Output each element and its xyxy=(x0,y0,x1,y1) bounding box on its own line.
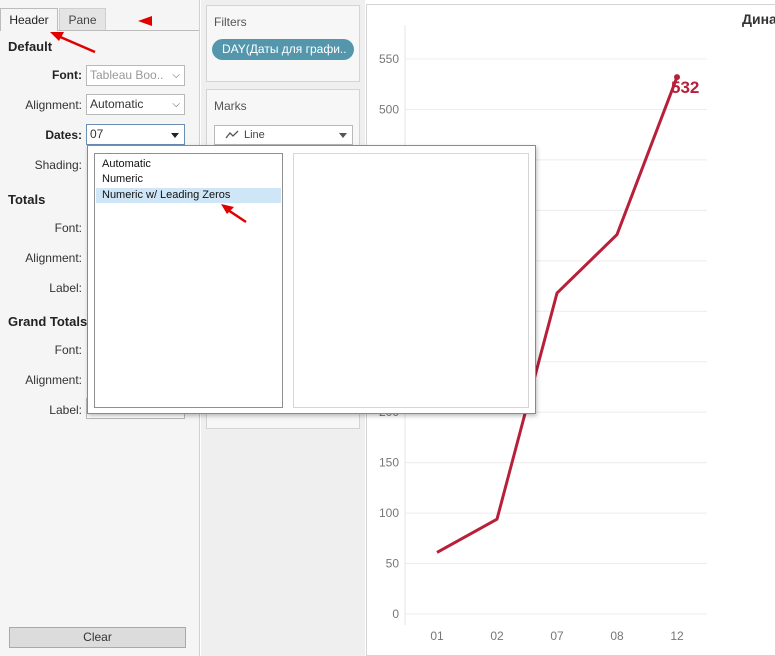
default-alignment-select[interactable]: Automatic ⌵ xyxy=(86,94,185,115)
date-format-option-numeric[interactable]: Numeric xyxy=(96,172,281,187)
chart-title: Дина xyxy=(742,11,775,27)
annotation-arrow-icon xyxy=(138,16,152,26)
totals-font-label: Font: xyxy=(54,221,82,235)
default-dates-label: Dates: xyxy=(45,128,82,142)
default-alignment-value: Automatic xyxy=(90,97,144,111)
date-format-option-leading-zeros[interactable]: Numeric w/ Leading Zeros xyxy=(96,188,281,203)
y-tick-label: 100 xyxy=(379,506,399,520)
y-tick-label: 150 xyxy=(379,456,399,470)
date-format-dropdown: Automatic Numeric Numeric w/ Leading Zer… xyxy=(87,145,536,414)
data-label: 532 xyxy=(671,78,699,97)
filters-title: Filters xyxy=(214,15,247,29)
date-format-option-automatic[interactable]: Automatic xyxy=(96,157,281,172)
section-totals-title: Totals xyxy=(8,192,46,207)
x-tick-label: 07 xyxy=(550,629,564,643)
default-font-value: Tableau Boo.. xyxy=(90,68,164,82)
filters-card: Filters DAY(Даты для графи.. xyxy=(206,5,360,82)
tab-pane[interactable]: Pane xyxy=(59,8,106,31)
totals-alignment-label: Alignment: xyxy=(25,251,82,265)
format-preview-box xyxy=(293,153,529,408)
caret-down-icon xyxy=(339,133,347,138)
x-tick-label: 01 xyxy=(430,629,444,643)
filter-pill[interactable]: DAY(Даты для графи.. xyxy=(212,39,354,60)
y-tick-label: 550 xyxy=(379,52,399,66)
x-tick-label: 08 xyxy=(610,629,624,643)
mark-type-label: Line xyxy=(244,129,265,141)
clear-button[interactable]: Clear xyxy=(9,627,186,648)
chevron-down-icon: ⌵ xyxy=(172,99,180,110)
default-shading-label: Shading: xyxy=(34,158,82,172)
mark-type-select[interactable]: Line xyxy=(214,125,353,145)
date-format-list: Automatic Numeric Numeric w/ Leading Zer… xyxy=(94,153,283,408)
x-tick-label: 12 xyxy=(670,629,684,643)
x-tick-label: 02 xyxy=(490,629,504,643)
y-tick-label: 0 xyxy=(392,607,399,621)
default-dates-select[interactable]: 07 xyxy=(86,124,185,145)
tab-header[interactable]: Header xyxy=(0,8,58,31)
marks-title: Marks xyxy=(214,99,247,113)
default-font-label: Font: xyxy=(52,68,82,82)
grand-totals-alignment-label: Alignment: xyxy=(25,373,82,387)
tab-divider xyxy=(58,30,199,31)
caret-down-icon xyxy=(171,133,179,138)
default-dates-value: 07 xyxy=(90,127,104,141)
y-tick-label: 50 xyxy=(386,557,400,571)
default-font-select[interactable]: Tableau Boo.. ⌵ xyxy=(86,65,185,86)
section-default-title: Default xyxy=(8,39,53,54)
grand-totals-font-label: Font: xyxy=(54,343,82,357)
grand-totals-label-label: Label: xyxy=(49,403,82,417)
chevron-down-icon: ⌵ xyxy=(172,70,180,81)
line-chart-icon xyxy=(225,130,239,139)
section-grand-totals-title: Grand Totals xyxy=(8,314,88,329)
y-tick-label: 500 xyxy=(379,102,399,116)
default-alignment-label: Alignment: xyxy=(25,98,82,112)
totals-label-label: Label: xyxy=(49,281,82,295)
